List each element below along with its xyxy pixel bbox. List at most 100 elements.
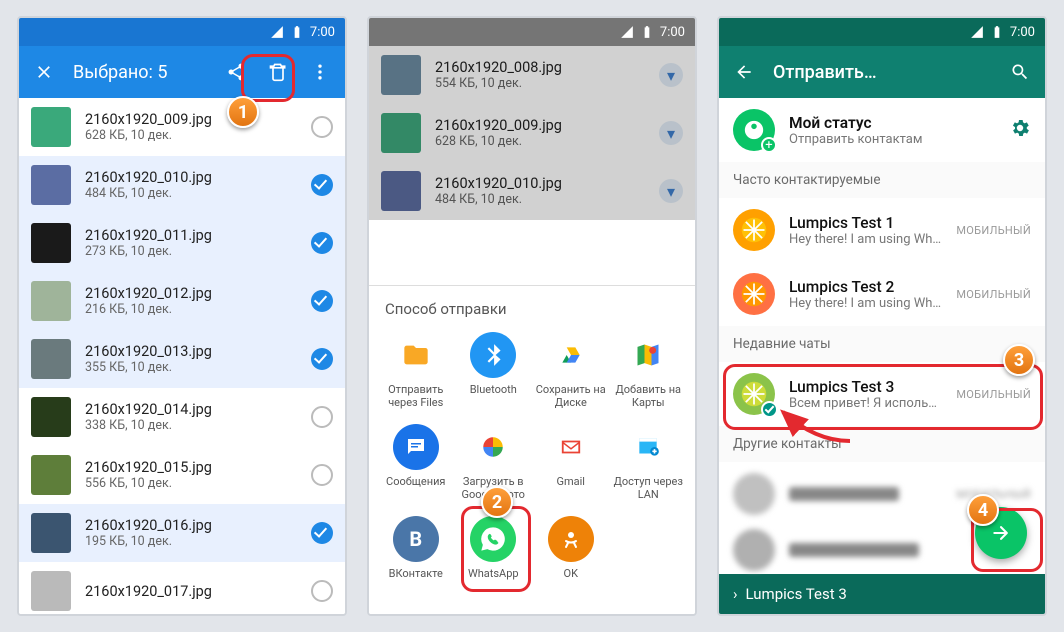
- status-bar: 7:00: [369, 18, 695, 46]
- file-row[interactable]: 2160x1920_013.jpg 355 КБ, 10 дек.: [19, 330, 345, 388]
- close-icon[interactable]: [31, 62, 57, 82]
- file-name: 2160x1920_015.jpg: [85, 459, 297, 476]
- checkbox-icon[interactable]: [311, 464, 333, 486]
- dropdown-icon: ▾: [659, 63, 683, 87]
- back-icon[interactable]: [731, 62, 757, 82]
- file-meta: 628 КБ, 10 дек.: [435, 134, 645, 149]
- contact-row[interactable]: Lumpics Test 1 Hey there! I am using Wha…: [719, 198, 1045, 262]
- checkbox-icon[interactable]: [311, 174, 333, 196]
- vk-icon: B: [393, 516, 439, 562]
- clock: 7:00: [1010, 25, 1035, 40]
- share-app-label: Сообщения: [386, 476, 445, 502]
- frequent-contacts: Lumpics Test 1 Hey there! I am using Wha…: [719, 198, 1045, 326]
- search-icon[interactable]: [1007, 62, 1033, 82]
- file-row: 2160x1920_010.jpg 484 КБ, 10 дек. ▾: [369, 162, 695, 220]
- file-thumb: [31, 223, 71, 263]
- contact-sub: Hey there! I am using WhatsApp: [789, 232, 942, 247]
- share-app-label: Сохранить на Диске: [534, 384, 608, 410]
- my-status-row[interactable]: + Мой статус Отправить контактам: [719, 98, 1045, 162]
- clock: 7:00: [660, 25, 685, 40]
- contact-row[interactable]: Lumpics Test 2 Hey there! I am using Wha…: [719, 262, 1045, 326]
- share-app-label: Добавить на Карты: [612, 384, 686, 410]
- checkbox-icon[interactable]: [311, 580, 333, 602]
- checkbox-icon[interactable]: [311, 232, 333, 254]
- contact-row[interactable]: Lumpics Test 3 Всем привет! Я использую …: [719, 362, 1045, 426]
- file-row[interactable]: 2160x1920_011.jpg 273 КБ, 10 дек.: [19, 214, 345, 272]
- file-row[interactable]: 2160x1920_009.jpg 628 КБ, 10 дек.: [19, 98, 345, 156]
- appbar: Выбрано: 5: [19, 46, 345, 98]
- share-app-folder[interactable]: Отправить через Files: [379, 332, 453, 410]
- file-name: 2160x1920_009.jpg: [85, 111, 297, 128]
- lan-icon: [625, 424, 671, 470]
- battery-icon: [290, 25, 304, 39]
- my-status-name: Мой статус: [789, 114, 995, 132]
- battery-icon: [640, 25, 654, 39]
- file-row[interactable]: 2160x1920_014.jpg 338 КБ, 10 дек.: [19, 388, 345, 446]
- selection-title: Выбрано: 5: [73, 62, 207, 83]
- share-app-vk[interactable]: B ВКонтакте: [379, 516, 453, 594]
- share-app-label: Отправить через Files: [379, 384, 453, 410]
- share-app-maps[interactable]: Добавить на Карты: [612, 332, 686, 410]
- checkbox-icon[interactable]: [311, 290, 333, 312]
- gear-icon[interactable]: [1009, 117, 1031, 143]
- share-app-lan[interactable]: Доступ через LAN: [612, 424, 686, 502]
- maps-icon: [625, 332, 671, 378]
- share-sheet: Способ отправки Отправить через Files Bl…: [369, 285, 695, 614]
- bt-icon: [470, 332, 516, 378]
- section-recent: Недавние чаты: [719, 326, 1045, 362]
- file-meta: 484 КБ, 10 дек.: [435, 192, 645, 207]
- contact-tag: МОБИЛЬНЫЙ: [956, 288, 1031, 301]
- folder-icon: [393, 332, 439, 378]
- file-thumb: [31, 281, 71, 321]
- status-bar: 7:00: [19, 18, 345, 46]
- contact-tag: МОБИЛЬНЫЙ: [956, 224, 1031, 237]
- share-app-bt[interactable]: Bluetooth: [457, 332, 531, 410]
- status-bar: 7:00: [719, 18, 1045, 46]
- file-row[interactable]: 2160x1920_015.jpg 556 КБ, 10 дек.: [19, 446, 345, 504]
- file-list[interactable]: 2160x1920_009.jpg 628 КБ, 10 дек. 2160x1…: [19, 98, 345, 614]
- callout-badge-2: 2: [481, 486, 513, 518]
- file-row: 2160x1920_009.jpg 628 КБ, 10 дек. ▾: [369, 104, 695, 162]
- chevron-right-icon: ›: [733, 585, 738, 603]
- share-app-ok[interactable]: OK: [534, 516, 608, 594]
- file-name: 2160x1920_012.jpg: [85, 285, 297, 302]
- file-thumb: [31, 339, 71, 379]
- my-status-avatar: +: [733, 109, 775, 151]
- share-app-gmail[interactable]: Gmail: [534, 424, 608, 502]
- share-app-msg[interactable]: Сообщения: [379, 424, 453, 502]
- ok-icon: [548, 516, 594, 562]
- file-row[interactable]: 2160x1920_012.jpg 216 КБ, 10 дек.: [19, 272, 345, 330]
- share-button[interactable]: [223, 62, 249, 82]
- checkbox-icon[interactable]: [311, 522, 333, 544]
- contact-name: Lumpics Test 3: [789, 378, 942, 396]
- delete-icon[interactable]: [265, 62, 291, 82]
- share-app-drive[interactable]: Сохранить на Диске: [534, 332, 608, 410]
- file-name: 2160x1920_009.jpg: [435, 117, 645, 134]
- drive-icon: [548, 332, 594, 378]
- checkbox-icon[interactable]: [311, 348, 333, 370]
- contact-sub: Hey there! I am using WhatsApp: [789, 296, 942, 311]
- share-app-label: ВКонтакте: [389, 568, 443, 594]
- file-meta: 355 КБ, 10 дек.: [85, 360, 297, 375]
- dropdown-icon: ▾: [659, 179, 683, 203]
- checkbox-icon[interactable]: [311, 116, 333, 138]
- file-meta: 338 КБ, 10 дек.: [85, 418, 297, 433]
- file-row[interactable]: 2160x1920_010.jpg 484 КБ, 10 дек.: [19, 156, 345, 214]
- section-frequent: Часто контактируемые: [719, 162, 1045, 198]
- share-app-label: Gmail: [557, 476, 585, 502]
- file-thumb: [381, 171, 421, 211]
- share-app-wa[interactable]: WhatsApp: [457, 516, 531, 594]
- clock: 7:00: [310, 25, 335, 40]
- appbar: Отправить…: [719, 46, 1045, 98]
- file-name: 2160x1920_011.jpg: [85, 227, 297, 244]
- more-icon[interactable]: [307, 62, 333, 82]
- file-row[interactable]: 2160x1920_016.jpg 195 КБ, 10 дек.: [19, 504, 345, 562]
- checkbox-icon[interactable]: [311, 406, 333, 428]
- msg-icon: [393, 424, 439, 470]
- file-thumb: [381, 113, 421, 153]
- contact-tag: МОБИЛЬНЫЙ: [956, 388, 1031, 401]
- recent-contacts: Lumpics Test 3 Всем привет! Я использую …: [719, 362, 1045, 426]
- file-name: 2160x1920_014.jpg: [85, 401, 297, 418]
- file-name: 2160x1920_010.jpg: [435, 175, 645, 192]
- file-row[interactable]: 2160x1920_017.jpg: [19, 562, 345, 614]
